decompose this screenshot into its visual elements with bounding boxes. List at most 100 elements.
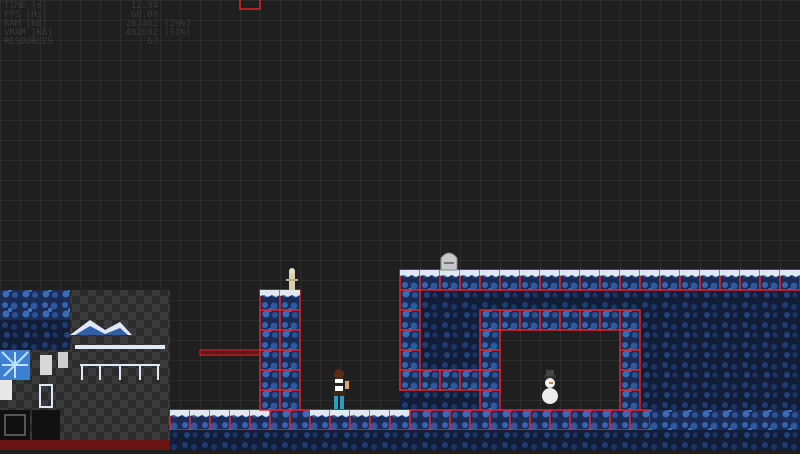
debug-value: 482692 <box>125 28 158 38</box>
ice-tile <box>530 430 550 450</box>
ice-tile <box>610 430 630 450</box>
debug-overlay: TIME [s] 12.34 FPS [Hz] 60.00 RAM [KB] 282482… <box>4 2 191 47</box>
tile-layer[interactable] <box>169 269 800 450</box>
ice-tile <box>439 269 461 291</box>
debug-label: RESOURCES <box>4 37 53 47</box>
ice-tile <box>370 430 390 450</box>
ice-tile <box>259 389 281 411</box>
ice-tile <box>259 289 281 311</box>
ice-tile <box>439 369 461 391</box>
ice-tile <box>479 389 501 411</box>
ice-tile <box>790 410 800 430</box>
ice-tile <box>790 430 800 450</box>
ice-tile <box>409 409 431 431</box>
ice-tile <box>489 409 511 431</box>
debug-value: 67 <box>147 37 158 47</box>
ice-tile <box>659 269 681 291</box>
ice-tile <box>479 269 501 291</box>
ice-tile <box>449 409 471 431</box>
ice-tile <box>509 409 531 431</box>
ice-tile <box>470 430 490 450</box>
ice-tile <box>450 430 470 450</box>
ice-tile <box>549 409 571 431</box>
ice-tile <box>630 430 650 450</box>
ice-tile <box>710 430 730 450</box>
ice-tile <box>609 409 631 431</box>
ice-tile <box>679 269 701 291</box>
ice-tile <box>209 409 231 431</box>
ice-tile <box>459 269 481 291</box>
ice-tile <box>189 409 211 431</box>
ice-tile <box>619 349 641 371</box>
ice-tile <box>279 349 301 371</box>
ice-tile <box>270 430 290 450</box>
ice-tile <box>259 329 281 351</box>
ice-tile <box>650 410 670 430</box>
ice-tile <box>619 309 641 331</box>
ice-tile <box>750 430 770 450</box>
ice-tile <box>249 409 271 431</box>
ice-tile <box>599 269 621 291</box>
ice-tile <box>399 329 421 351</box>
ice-tile <box>289 409 311 431</box>
ice-tile <box>309 409 331 431</box>
ice-tile <box>279 309 301 331</box>
ice-tile <box>490 430 510 450</box>
ice-tile <box>539 309 561 331</box>
ice-tile <box>559 309 581 331</box>
ice-tile <box>779 269 800 291</box>
ice-tile <box>579 309 601 331</box>
ice-tile <box>310 430 330 450</box>
ice-tile <box>589 409 611 431</box>
ice-tile <box>650 430 670 450</box>
ice-tile <box>469 409 491 431</box>
ice-tile <box>170 430 190 450</box>
ice-tile <box>739 269 761 291</box>
ice-tile <box>539 269 561 291</box>
ice-tile <box>690 410 710 430</box>
ice-tile <box>430 430 450 450</box>
ice-tile <box>429 409 451 431</box>
level-canvas[interactable] <box>0 0 800 450</box>
ice-tile <box>419 369 441 391</box>
ice-tile <box>399 309 421 331</box>
ice-tile <box>259 349 281 371</box>
ice-tile <box>590 430 610 450</box>
ice-tile <box>570 430 590 450</box>
ice-tile <box>350 430 370 450</box>
ice-tile <box>229 409 251 431</box>
ice-tile <box>390 430 410 450</box>
ice-tile <box>559 269 581 291</box>
ice-tile <box>399 349 421 371</box>
ice-tile <box>619 269 641 291</box>
floating-ledge <box>199 349 261 356</box>
ice-tile <box>639 269 661 291</box>
game-viewport[interactable]: TIME [s] 12.34 FPS [Hz] 60.00 RAM [KB] 282482… <box>0 0 800 450</box>
tombstone-sprite[interactable] <box>440 252 458 271</box>
ice-tile <box>329 409 351 431</box>
debug-extra: (51%) <box>164 28 192 38</box>
ice-tile <box>690 430 710 450</box>
ice-tile <box>730 410 750 430</box>
ice-tile <box>479 309 501 331</box>
ice-tile <box>599 309 621 331</box>
ice-tile <box>629 409 651 431</box>
ice-tile <box>519 309 541 331</box>
ice-tile <box>330 430 350 450</box>
ice-tile <box>259 369 281 391</box>
ice-tile <box>510 430 530 450</box>
ice-tile <box>619 389 641 411</box>
tileset-palette[interactable] <box>0 290 170 450</box>
ice-tile <box>269 409 291 431</box>
ice-tile <box>419 269 441 291</box>
ice-tile <box>770 430 790 450</box>
ice-tile <box>619 329 641 351</box>
ice-tile <box>770 410 790 430</box>
ice-tile <box>369 409 391 431</box>
ice-tile <box>459 369 481 391</box>
ice-tile <box>399 369 421 391</box>
ice-tile <box>250 430 270 450</box>
ice-tile <box>210 430 230 450</box>
cave-room-grid <box>500 330 620 410</box>
ice-tile <box>750 410 770 430</box>
